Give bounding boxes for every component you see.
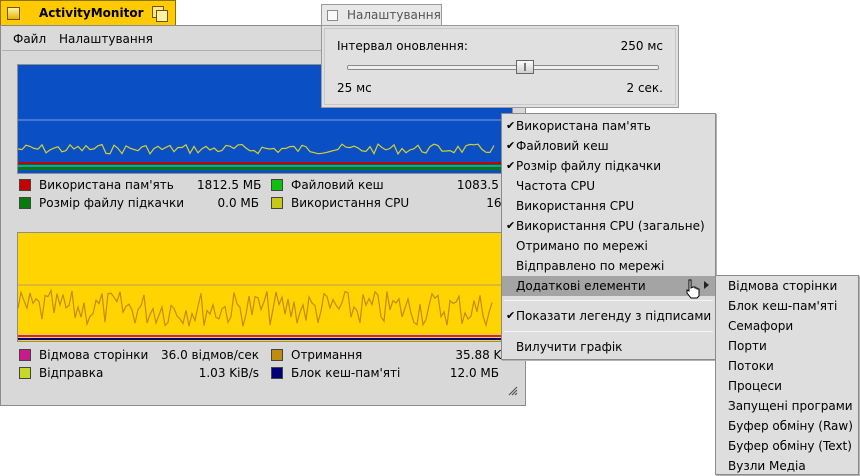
settings-window-title: Налаштування xyxy=(347,8,441,22)
check-icon: ✔ xyxy=(506,159,516,172)
menu-item-cpu-frequency[interactable]: Частота CPU xyxy=(502,176,715,196)
legend-value-swap: 0.0 МБ xyxy=(217,196,259,210)
submenu-item-cache-block[interactable]: Блок кеш-пам'яті xyxy=(716,296,858,316)
window-zoom-button[interactable] xyxy=(152,6,168,22)
received-line xyxy=(18,288,493,328)
submenu-item-label: Запущені програми xyxy=(728,399,853,413)
menu-item-cpu-usage-total[interactable]: ✔ Використання CPU (загальне) xyxy=(502,216,715,236)
submenu-item-threads[interactable]: Потоки xyxy=(716,356,858,376)
submenu-item-media-nodes[interactable]: Вузли Медіа xyxy=(716,456,858,476)
menu-item-label: Вилучити графік xyxy=(516,340,623,354)
window-title: ActivityMonitor xyxy=(39,6,144,20)
legend-label-used-memory: Використана пам'ять xyxy=(39,178,174,192)
context-menu: ✔ Використана пам'ять ✔ Файловий кеш ✔ Р… xyxy=(501,113,716,360)
window-close-button[interactable] xyxy=(7,7,20,20)
menu-separator xyxy=(504,300,713,301)
interval-slider-thumb[interactable] xyxy=(516,60,534,74)
menu-item-file-cache[interactable]: ✔ Файловий кеш xyxy=(502,136,715,156)
legend-label-received: Отримання xyxy=(291,348,363,362)
settings-window-tab[interactable]: Налаштування xyxy=(321,4,442,26)
legend-label-page-fault: Відмова сторінки xyxy=(39,348,149,362)
slider-max-label: 2 сек. xyxy=(626,81,664,95)
menu-item-used-memory[interactable]: ✔ Використана пам'ять xyxy=(502,116,715,136)
interval-label: Інтервал оновлення: xyxy=(337,39,468,53)
check-icon: ✔ xyxy=(506,139,516,152)
check-icon: ✔ xyxy=(506,219,516,232)
submenu-item-label: Відмова сторінки xyxy=(728,279,838,293)
menu-item-label: Показати легенду з підписами xyxy=(516,309,712,323)
menu-item-label: Додаткові елементи xyxy=(516,279,646,293)
submenu-item-label: Буфер обміну (Raw) xyxy=(728,419,853,433)
legend-label-swap: Розмір файлу підкачки xyxy=(39,196,184,210)
submenu-item-running-apps[interactable]: Запущені програми xyxy=(716,396,858,416)
resize-grip-icon[interactable] xyxy=(507,385,519,397)
menu-item-network-sent[interactable]: Відправлено по мережі xyxy=(502,256,715,276)
menu-item-label: Використання CPU (загальне) xyxy=(516,219,705,233)
legend-value-page-fault: 36.0 відмов/сек xyxy=(161,348,259,362)
menu-item-label: Файловий кеш xyxy=(516,139,609,153)
check-icon: ✔ xyxy=(506,309,516,322)
legend-value-used-memory: 1812.5 МБ xyxy=(197,178,262,192)
menu-item-label: Використання CPU xyxy=(516,199,635,213)
menu-item-network-received[interactable]: Отримано по мережі xyxy=(502,236,715,256)
legend-swatch-sent xyxy=(19,367,31,379)
legend-swatch-file-cache xyxy=(271,179,283,191)
legend-swatch-swap xyxy=(19,197,31,209)
network-graph[interactable] xyxy=(17,232,513,342)
submenu-item-semaphores[interactable]: Семафори xyxy=(716,316,858,336)
menu-item-swap-size[interactable]: ✔ Розмір файлу підкачки xyxy=(502,156,715,176)
legend-swatch-used-memory xyxy=(19,179,31,191)
menu-file[interactable]: Файл xyxy=(13,32,46,46)
submenu-item-label: Вузли Медіа xyxy=(728,459,806,473)
menu-item-label: Розмір файлу підкачки xyxy=(516,159,661,173)
submenu-item-processes[interactable]: Процеси xyxy=(716,376,858,396)
legend-2: Відмова сторінки 36.0 відмов/сек Отриман… xyxy=(17,346,513,386)
legend-label-sent: Відправка xyxy=(39,366,104,380)
submenu-item-label: Блок кеш-пам'яті xyxy=(728,299,838,313)
menu-item-label: Відправлено по мережі xyxy=(516,259,665,273)
additional-items-submenu: Відмова сторінки Блок кеш-пам'яті Семафо… xyxy=(715,275,859,475)
interval-slider-track[interactable] xyxy=(347,65,659,70)
cpu-usage-line xyxy=(18,143,495,156)
window-tab[interactable]: ActivityMonitor xyxy=(0,0,176,25)
legend-label-cache-block: Блок кеш-пам'яті xyxy=(291,366,401,380)
legend-swatch-page-fault xyxy=(19,349,31,361)
check-icon: ✔ xyxy=(506,119,516,132)
menu-item-remove-graph[interactable]: Вилучити графік xyxy=(502,337,715,357)
submenu-item-label: Порти xyxy=(728,339,767,353)
submenu-item-clipboard-text[interactable]: Буфер обміну (Text) xyxy=(716,436,858,456)
menu-item-label: Частота CPU xyxy=(516,179,596,193)
submenu-item-page-faults[interactable]: Відмова сторінки xyxy=(716,276,858,296)
legend-swatch-received xyxy=(271,349,283,361)
submenu-item-label: Семафори xyxy=(728,319,794,333)
submenu-item-label: Буфер обміну (Text) xyxy=(728,439,852,453)
settings-close-button[interactable] xyxy=(327,10,338,21)
submenu-item-clipboard-raw[interactable]: Буфер обміну (Raw) xyxy=(716,416,858,436)
interval-value: 250 мс xyxy=(620,39,663,53)
legend-swatch-cpu xyxy=(271,197,283,209)
legend-label-cpu: Використання CPU xyxy=(291,196,410,210)
submenu-item-ports[interactable]: Порти xyxy=(716,336,858,356)
menu-settings[interactable]: Налаштування xyxy=(59,32,153,46)
legend-label-file-cache: Файловий кеш xyxy=(291,178,384,192)
legend-value-cache-block: 12.0 МБ xyxy=(449,366,499,380)
submenu-item-label: Потоки xyxy=(728,359,774,373)
submenu-item-label: Процеси xyxy=(728,379,782,393)
legend-swatch-cache-block xyxy=(271,367,283,379)
menu-item-label: Використана пам'ять xyxy=(516,119,651,133)
menu-item-cpu-usage[interactable]: Використання CPU xyxy=(502,196,715,216)
slider-min-label: 25 мс xyxy=(337,81,372,95)
settings-window: Інтервал оновлення: 250 мс 25 мс 2 сек. xyxy=(321,25,679,108)
menu-separator xyxy=(504,331,713,332)
network-graph-canvas xyxy=(18,284,512,340)
hand-cursor-icon xyxy=(686,279,700,299)
legend-1: Використана пам'ять 1812.5 МБ Файловий к… xyxy=(17,176,513,216)
menu-item-show-legend[interactable]: ✔ Показати легенду з підписами xyxy=(502,306,715,326)
legend-value-received: 35.88 KiB xyxy=(455,348,513,362)
menu-item-label: Отримано по мережі xyxy=(516,239,648,253)
legend-value-sent: 1.03 KiB/s xyxy=(198,366,259,380)
